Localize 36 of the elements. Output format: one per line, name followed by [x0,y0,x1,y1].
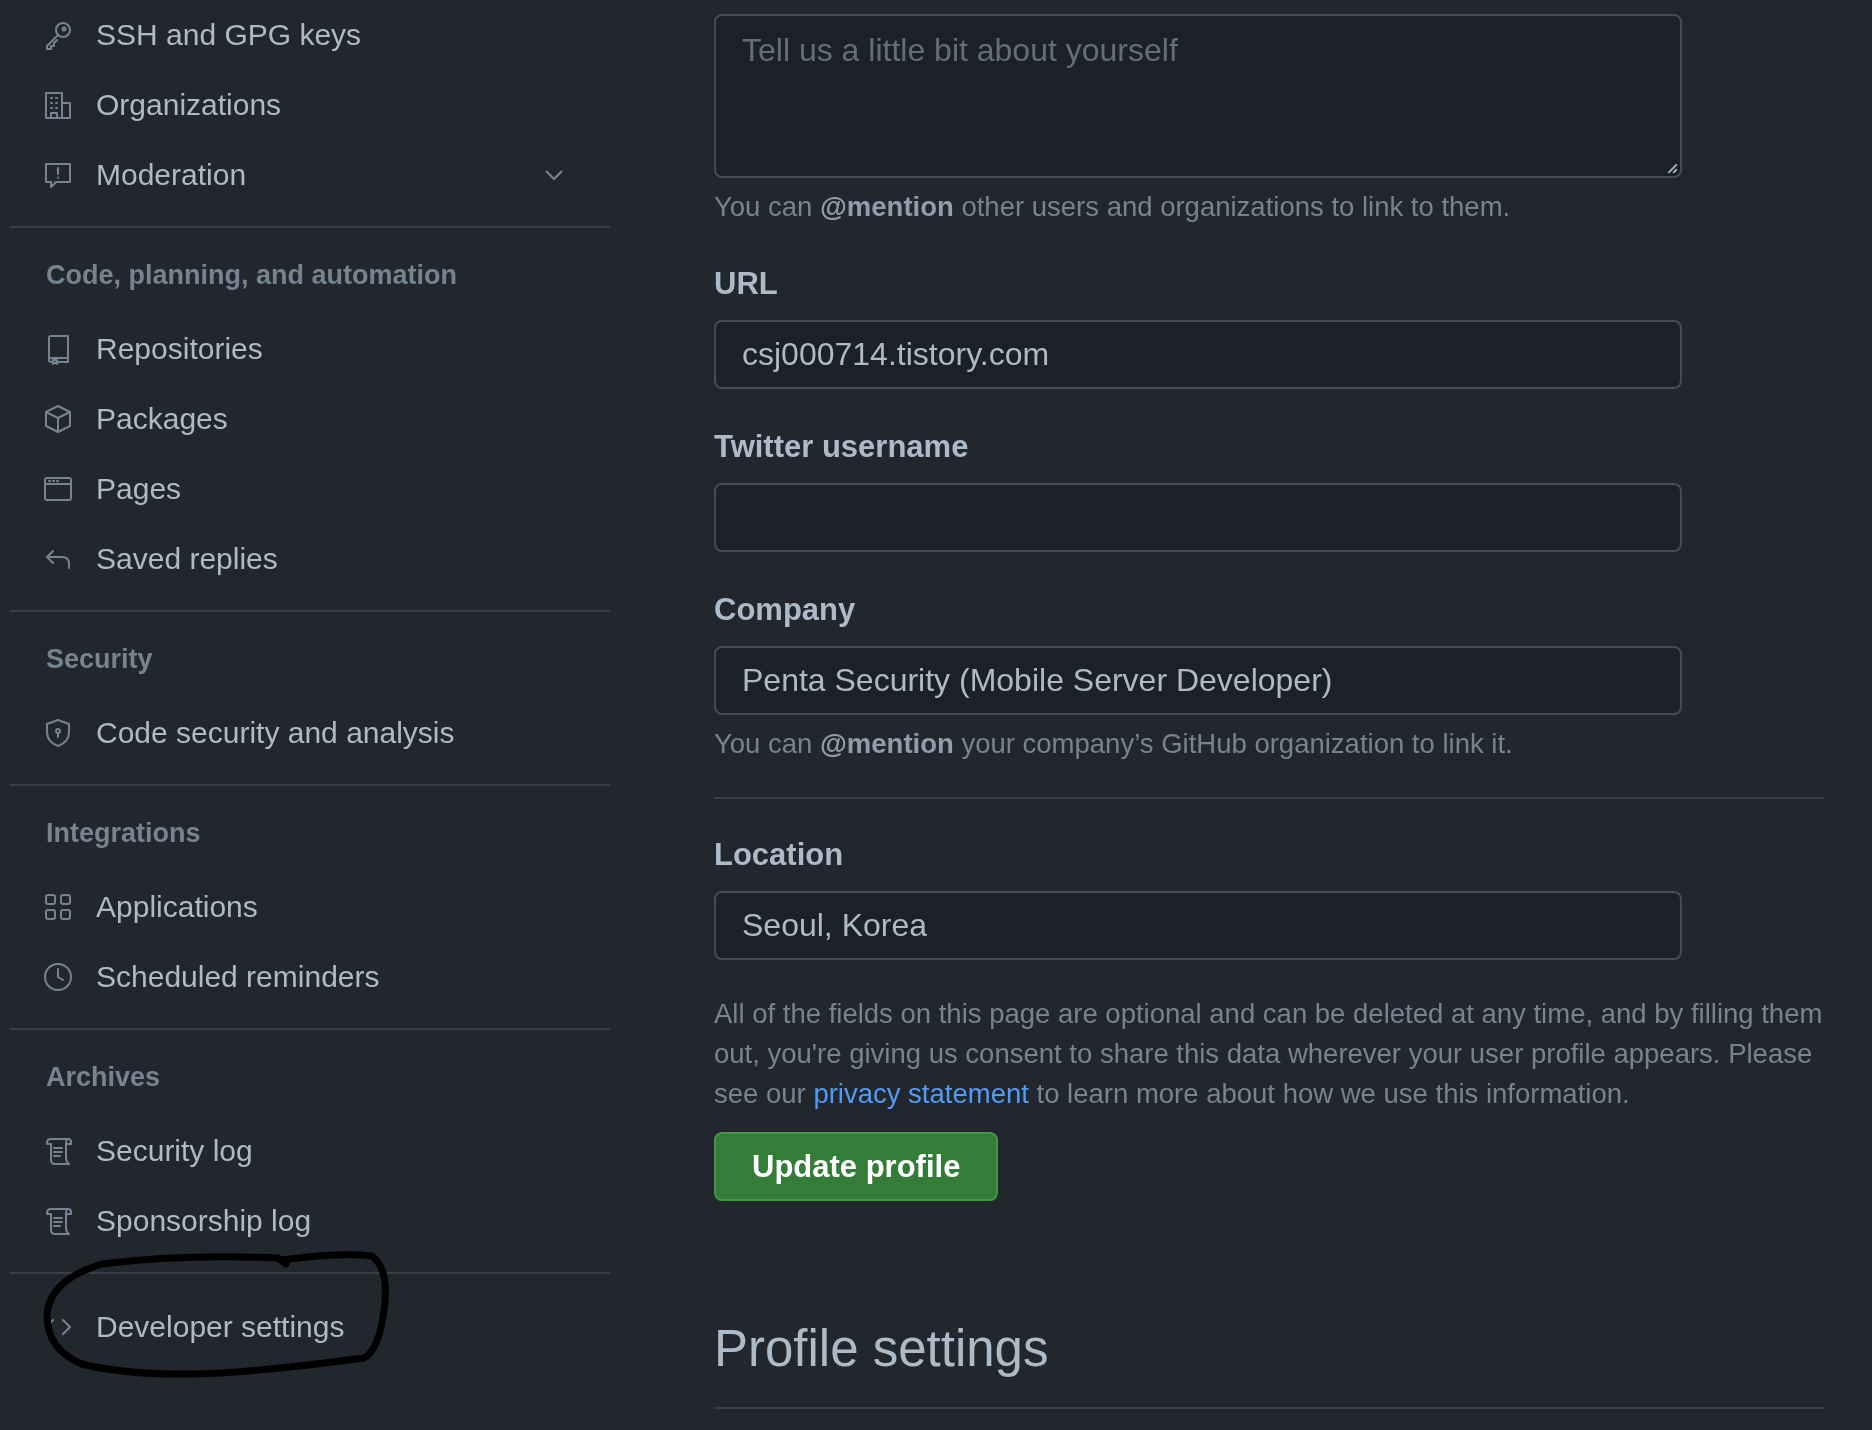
privacy-link[interactable]: privacy statement [813,1078,1029,1109]
input-field[interactable]: Seoul, Korea [714,891,1682,960]
section-heading: Archives [45,1061,162,1094]
resize-grip-icon [1666,162,1678,174]
sidebar-item[interactable]: Packages [10,384,610,454]
sidebar-item[interactable]: Repositories [10,314,610,384]
section-heading: Code, planning, and automation [45,259,458,292]
input-field[interactable]: Penta Security (Mobile Server Developer) [714,646,1682,715]
sidebar-item[interactable]: Developer settings [10,1292,610,1362]
field-hint: You can @mention your company’s GitHub organization to link it. [714,727,1514,761]
building-icon [42,89,74,121]
sidebar-item[interactable]: Sponsorship log [10,1186,610,1256]
field-label: Company [714,591,857,629]
update-profile-button[interactable]: Update profile [714,1132,999,1201]
privacy-notice: All of the fields on this page are optional and can be deleted at any time, and by filling them out, you're giving us consent to share this data wherever your user profile appears. Please see our privacy statement to learn more about how we use this information. [714,997,1824,1111]
section-heading: Security [45,643,154,676]
input-field[interactable] [714,483,1682,552]
input-field[interactable]: csj000714.tistory.com [714,320,1682,389]
sidebar-item[interactable]: Organizations [10,70,610,140]
sidebar-item[interactable]: Moderation [10,140,610,210]
sidebar-item[interactable]: Scheduled reminders [10,942,610,1012]
sidebar-item[interactable]: Code security and analysis [10,698,610,768]
sidebar-item[interactable]: Applications [10,872,610,942]
sidebar-item[interactable]: Security log [10,1116,610,1186]
sidebar-item[interactable]: SSH and GPG keys [10,0,610,70]
clock-icon [42,961,74,993]
package-icon [42,403,74,435]
field-label: Twitter username [714,428,970,466]
sidebar-item[interactable]: Pages [10,454,610,524]
apps-icon [42,891,74,923]
section-heading: Integrations [45,817,202,850]
sidebar-item[interactable]: Saved replies [10,524,610,594]
field-label: Location [714,836,845,874]
field-label: URL [714,265,779,303]
section-title: Profile settings [714,1319,1824,1409]
field-hint: You can @mention other users and organizations to link to them. [714,190,1512,224]
